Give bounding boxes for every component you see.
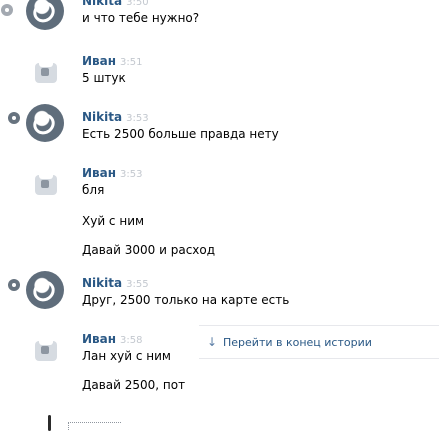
jump-to-end-label: Перейти в конец истории <box>223 335 372 349</box>
message-text: Есть 2500 больше правда нету <box>82 127 279 141</box>
message-text: Друг, 2500 только на карте есть <box>82 293 290 307</box>
ivan-avatar-icon[interactable] <box>35 341 57 361</box>
message: Иван 3:53 бля <box>82 166 439 198</box>
message-text: и что тебе нужно? <box>82 11 200 25</box>
jump-to-end-button[interactable]: ↓ Перейти в конец истории <box>199 325 439 359</box>
ivan-avatar-icon[interactable] <box>35 63 57 83</box>
message-header: Nikita 3:55 <box>82 276 439 291</box>
message-author[interactable]: Nikita <box>82 0 122 8</box>
message-time[interactable]: 3:50 <box>126 0 148 8</box>
message: Nikita 3:50 и что тебе нужно? <box>82 0 439 26</box>
message-time[interactable]: 3:58 <box>120 335 142 346</box>
nikita-avatar-icon[interactable] <box>26 271 64 309</box>
message-text: Хуй с ним <box>82 214 145 228</box>
message-time[interactable]: 3:53 <box>120 169 142 180</box>
message-time[interactable]: 3:55 <box>126 279 148 290</box>
nikita-avatar-icon[interactable] <box>26 104 64 142</box>
chat-history: Nikita 3:50 и что тебе нужно? Иван 3:51 5 … <box>0 0 447 431</box>
message-input[interactable] <box>68 422 121 431</box>
status-dot-icon <box>1 4 13 16</box>
message-header: Nikita 3:53 <box>82 110 439 125</box>
message-text: Давай 3000 и расход <box>82 243 216 257</box>
message-time[interactable]: 3:51 <box>120 57 142 68</box>
message-header: Иван 3:51 <box>82 54 439 69</box>
message-author[interactable]: Иван <box>82 166 116 180</box>
status-dot-icon <box>8 112 20 124</box>
arrow-down-icon: ↓ <box>206 335 218 349</box>
message-time[interactable]: 3:53 <box>126 113 148 124</box>
message-author[interactable]: Иван <box>82 332 116 346</box>
message-text: 5 штук <box>82 71 126 85</box>
message-header: Иван 3:53 <box>82 166 439 181</box>
message-header: Nikita 3:50 <box>82 0 439 9</box>
message-author[interactable]: Иван <box>82 54 116 68</box>
nikita-avatar-icon[interactable] <box>26 0 64 30</box>
message-text: Давай 2500, пот <box>82 378 186 392</box>
message: Nikita 3:53 Есть 2500 больше правда нету <box>82 110 439 142</box>
composer-attach-icon[interactable] <box>46 415 54 431</box>
status-dot-icon <box>8 279 20 291</box>
message: Nikita 3:55 Друг, 2500 только на карте ес… <box>82 276 439 308</box>
ivan-avatar-icon[interactable] <box>35 175 57 195</box>
message-text: бля <box>82 183 105 197</box>
message-author[interactable]: Nikita <box>82 276 122 290</box>
message-author[interactable]: Nikita <box>82 110 122 124</box>
message: Иван 3:51 5 штук <box>82 54 439 86</box>
